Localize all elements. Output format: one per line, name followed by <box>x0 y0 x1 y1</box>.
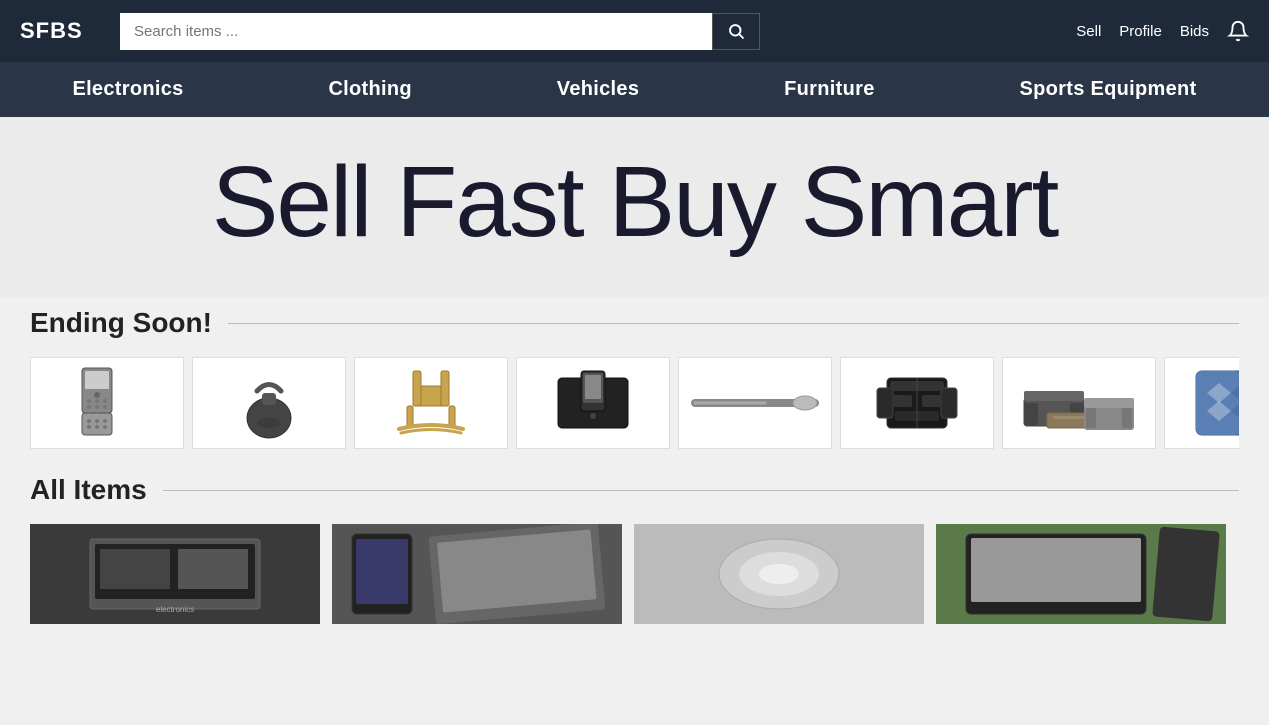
furniture-set-img <box>1019 363 1139 443</box>
sell-link[interactable]: Sell <box>1076 23 1101 40</box>
all-items-section: All Items electronics <box>0 469 1269 644</box>
nav-electronics[interactable]: Electronics <box>62 78 193 101</box>
list-item[interactable] <box>354 357 508 449</box>
ending-soon-divider <box>228 323 1239 324</box>
search-input[interactable] <box>120 13 712 50</box>
list-item[interactable] <box>192 357 346 449</box>
nav-clothing[interactable]: Clothing <box>318 78 421 101</box>
search-button[interactable] <box>712 13 760 50</box>
item-card-3-img <box>634 524 924 624</box>
header: SFBS Sell Profile Bids <box>0 0 1269 62</box>
nav-vehicles[interactable]: Vehicles <box>547 78 649 101</box>
bids-link[interactable]: Bids <box>1180 23 1209 40</box>
item-card-4-img <box>936 524 1226 624</box>
notifications-icon[interactable] <box>1227 20 1249 42</box>
list-item[interactable] <box>516 357 670 449</box>
ending-soon-section: Ending Soon! <box>0 297 1269 469</box>
list-item[interactable] <box>840 357 994 449</box>
all-items-divider <box>163 490 1239 491</box>
baseball-bat-img <box>685 363 825 443</box>
rocking-chair-img <box>371 361 491 446</box>
list-item[interactable] <box>936 524 1226 624</box>
ending-soon-grid <box>30 357 1239 449</box>
hero-section: Sell Fast Buy Smart <box>0 117 1269 297</box>
nav-sports[interactable]: Sports Equipment <box>1010 78 1207 101</box>
profile-link[interactable]: Profile <box>1119 23 1162 40</box>
all-items-header: All Items <box>30 474 1239 506</box>
search-container <box>120 13 760 50</box>
item-card-2-img <box>332 524 622 624</box>
hockey-protector-img <box>857 363 977 443</box>
svg-text:electronics: electronics <box>156 605 194 614</box>
header-nav: Sell Profile Bids <box>1076 20 1249 42</box>
all-items-grid: electronics <box>30 524 1239 624</box>
ending-soon-header: Ending Soon! <box>30 307 1239 339</box>
category-nav: Electronics Clothing Vehicles Furniture … <box>0 62 1269 117</box>
site-logo[interactable]: SFBS <box>20 18 100 44</box>
list-item[interactable] <box>678 357 832 449</box>
list-item[interactable] <box>634 524 924 624</box>
list-item[interactable] <box>30 357 184 449</box>
hero-title: Sell Fast Buy Smart <box>20 147 1249 257</box>
flip-phone-img <box>47 363 167 443</box>
nav-furniture[interactable]: Furniture <box>774 78 884 101</box>
search-icon <box>727 22 745 40</box>
phone-dock-img <box>533 363 653 443</box>
pillow-img <box>1181 363 1239 443</box>
list-item[interactable] <box>1164 357 1239 449</box>
list-item[interactable] <box>332 524 622 624</box>
ending-soon-title: Ending Soon! <box>30 307 212 339</box>
kettlebell-img <box>209 363 329 443</box>
list-item[interactable] <box>1002 357 1156 449</box>
item-card-1-img: electronics <box>30 524 320 624</box>
list-item[interactable]: electronics <box>30 524 320 624</box>
all-items-title: All Items <box>30 474 147 506</box>
